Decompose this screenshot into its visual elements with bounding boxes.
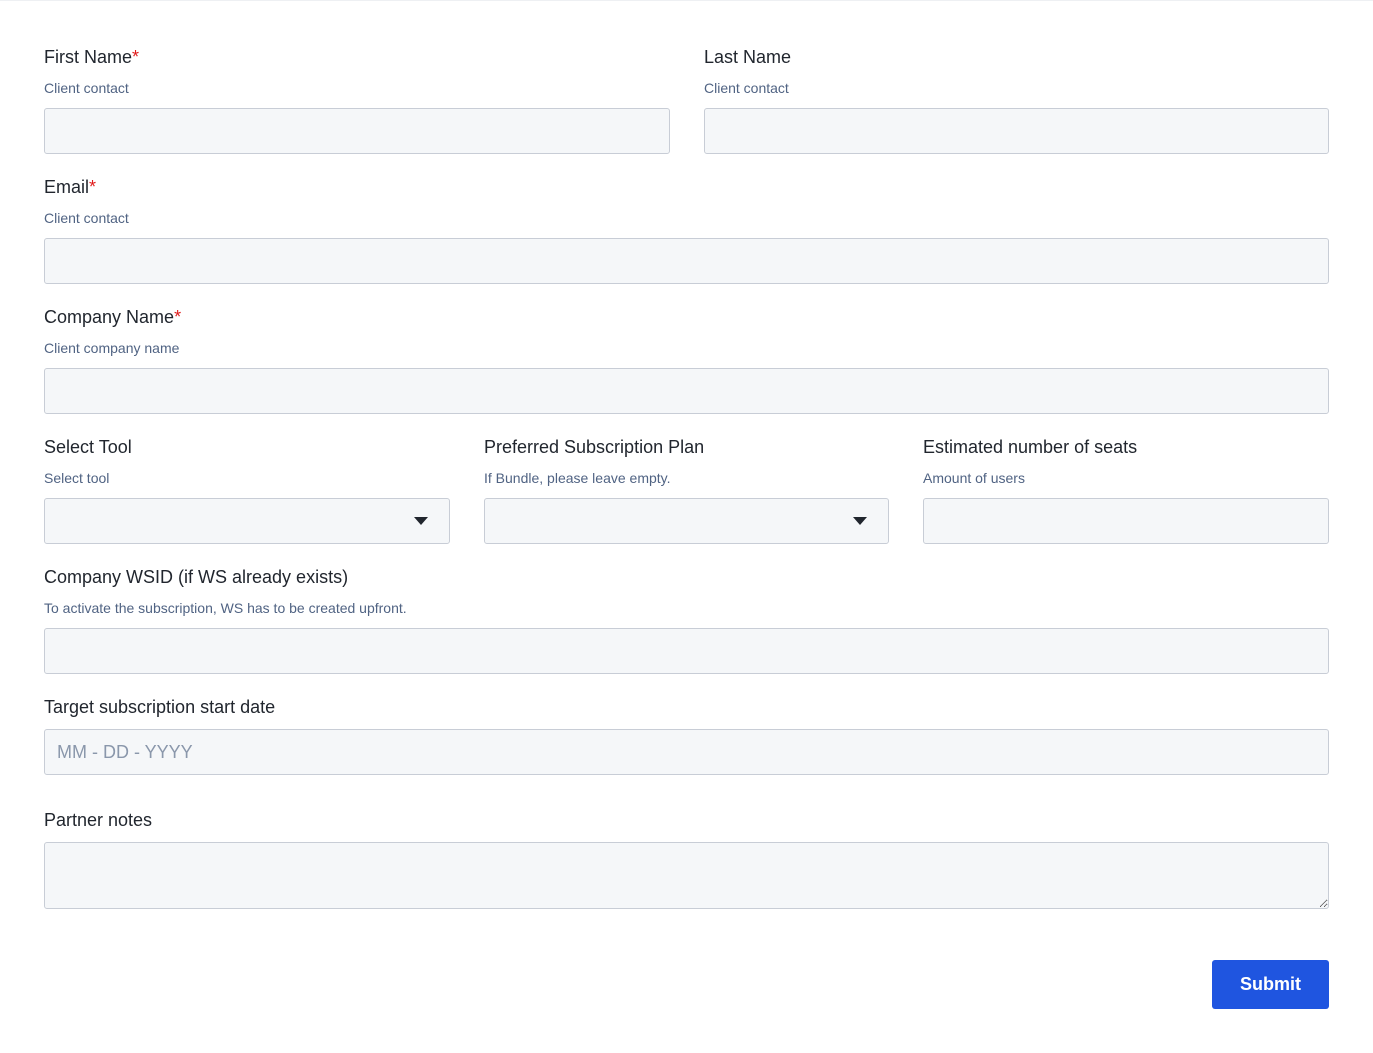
email-hint: Client contact <box>44 210 129 226</box>
select-tool-hint: Select tool <box>44 470 110 486</box>
wsid-hint: To activate the subscription, WS has to … <box>44 600 407 616</box>
top-divider <box>0 0 1373 1</box>
last-name-field: Last Name Client contact <box>704 46 1329 154</box>
partner-notes-textarea[interactable] <box>44 842 1329 909</box>
wsid-field: Company WSID (if WS already exists) To a… <box>44 566 1329 674</box>
partner-notes-field: Partner notes <box>44 809 1329 910</box>
select-tool-dropdown[interactable] <box>44 498 450 544</box>
first-name-hint: Client contact <box>44 80 129 96</box>
partner-notes-label: Partner notes <box>44 810 153 830</box>
start-date-label: Target subscription start date <box>44 697 276 717</box>
company-name-hint: Client company name <box>44 340 180 356</box>
seats-hint: Amount of users <box>923 470 1025 486</box>
subscription-plan-dropdown[interactable] <box>484 498 889 544</box>
last-name-input[interactable] <box>704 108 1329 154</box>
company-name-input[interactable] <box>44 368 1329 414</box>
company-name-label: Company Name* <box>44 307 182 327</box>
seats-field: Estimated number of seats Amount of user… <box>923 436 1329 544</box>
subscription-plan-value[interactable] <box>484 498 889 544</box>
last-name-label: Last Name <box>704 47 792 67</box>
wsid-label: Company WSID (if WS already exists) <box>44 567 349 587</box>
subscription-plan-label: Preferred Subscription Plan <box>484 437 705 457</box>
submit-button[interactable]: Submit <box>1212 960 1329 1009</box>
last-name-hint: Client contact <box>704 80 789 96</box>
select-tool-value[interactable] <box>44 498 450 544</box>
first-name-input[interactable] <box>44 108 670 154</box>
company-name-field: Company Name* Client company name <box>44 306 1329 414</box>
first-name-field: First Name* Client contact <box>44 46 670 154</box>
start-date-input[interactable] <box>44 729 1329 775</box>
select-tool-field: Select Tool Select tool <box>44 436 450 544</box>
seats-label: Estimated number of seats <box>923 437 1138 457</box>
subscription-plan-hint: If Bundle, please leave empty. <box>484 470 671 486</box>
subscription-plan-field: Preferred Subscription Plan If Bundle, p… <box>484 436 889 544</box>
email-field: Email* Client contact <box>44 176 1329 284</box>
start-date-field: Target subscription start date <box>44 696 1329 776</box>
select-tool-label: Select Tool <box>44 437 132 457</box>
required-asterisk: * <box>132 47 140 67</box>
partner-subscription-form: First Name* Client contact Last Name Cli… <box>0 0 1373 1053</box>
chevron-down-icon <box>853 517 867 525</box>
seats-input[interactable] <box>923 498 1329 544</box>
required-asterisk: * <box>174 307 182 327</box>
chevron-down-icon <box>414 517 428 525</box>
wsid-input[interactable] <box>44 628 1329 674</box>
first-name-label: First Name* <box>44 47 140 67</box>
email-input[interactable] <box>44 238 1329 284</box>
required-asterisk: * <box>89 177 97 197</box>
email-label: Email* <box>44 177 97 197</box>
